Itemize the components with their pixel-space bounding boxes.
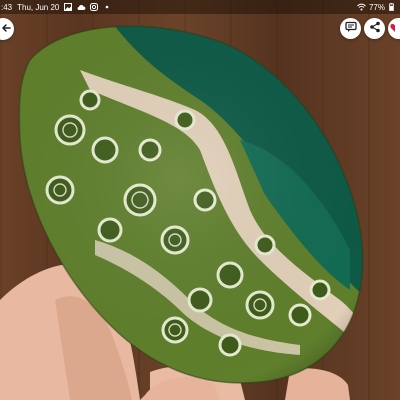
stone-illustration (0, 25, 364, 400)
cloud-icon (77, 3, 86, 11)
wifi-icon (357, 3, 366, 11)
share-button[interactable] (364, 18, 385, 39)
dot-icon (103, 3, 111, 11)
gallery-icon (64, 3, 73, 11)
status-bar: :43 Thu, Jun 20 77% (0, 0, 400, 14)
comments-icon (344, 20, 357, 38)
arrow-left-icon (1, 20, 11, 38)
product-photo (0, 0, 400, 400)
battery-icon (389, 3, 397, 11)
share-icon (369, 20, 381, 38)
battery-percent: 77% (368, 2, 385, 12)
heart-icon (390, 20, 400, 38)
status-time: :43 (1, 2, 13, 12)
top-actions (340, 18, 400, 39)
favorite-button[interactable] (388, 18, 400, 39)
status-date: Thu, Jun 20 (17, 2, 60, 12)
comments-button[interactable] (340, 18, 361, 39)
instagram-icon (90, 3, 99, 11)
